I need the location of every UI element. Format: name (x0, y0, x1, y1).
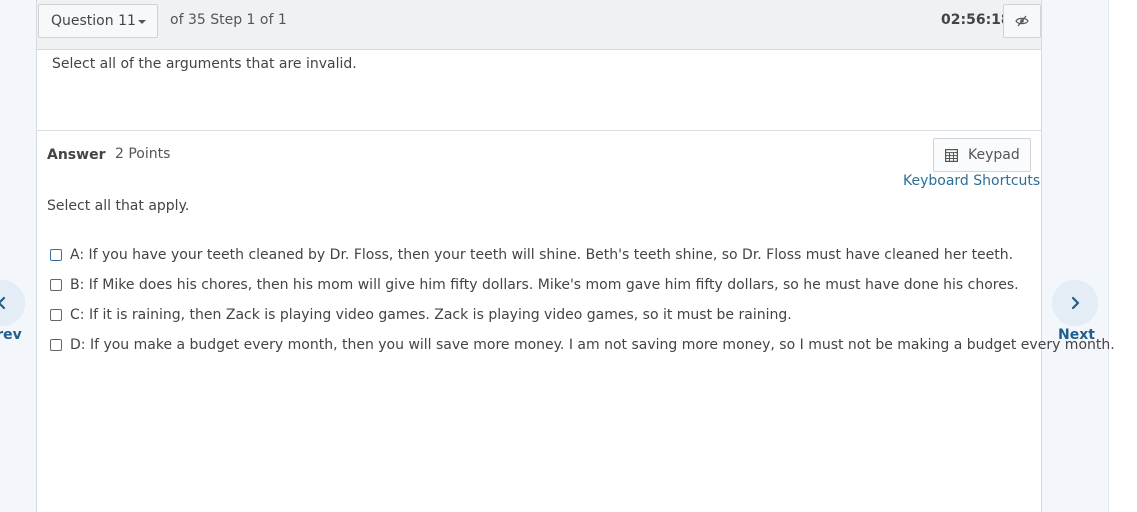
option-checkbox-b[interactable] (50, 279, 62, 291)
next-circle[interactable] (1052, 280, 1098, 326)
option-checkbox-d[interactable] (50, 339, 62, 351)
eye-slash-icon (1015, 15, 1029, 27)
right-gutter (1108, 0, 1137, 512)
question-select[interactable]: Question 11 (38, 4, 158, 38)
keypad-button[interactable]: Keypad (933, 138, 1031, 172)
answer-option-d[interactable]: D: If you make a budget every month, the… (50, 335, 1115, 355)
answer-option-b[interactable]: B: If Mike does his chores, then his mom… (50, 275, 1019, 295)
hide-timer-button[interactable] (1003, 4, 1041, 38)
caret-down-icon (138, 20, 146, 24)
question-panel: Question 11 of 35 Step 1 of 1 02:56:18 S… (36, 0, 1115, 512)
points-value: 2 Points (115, 146, 171, 162)
option-checkbox-c[interactable] (50, 309, 62, 321)
question-select-label: Question 11 (51, 13, 136, 29)
option-checkbox-a[interactable] (50, 249, 62, 261)
question-progress: of 35 Step 1 of 1 (170, 12, 287, 28)
calculator-icon (945, 148, 958, 162)
answer-option-c[interactable]: C: If it is raining, then Zack is playin… (50, 305, 792, 325)
question-prompt: Select all of the arguments that are inv… (52, 56, 357, 72)
section-divider (37, 130, 1041, 131)
timer: 02:56:18 (941, 12, 1011, 28)
question-header: Question 11 of 35 Step 1 of 1 02:56:18 (37, 0, 1041, 50)
option-label-b[interactable]: B: If Mike does his chores, then his mom… (70, 277, 1019, 293)
answer-option-a[interactable]: A: If you have your teeth cleaned by Dr.… (50, 245, 1013, 265)
keyboard-shortcuts-link[interactable]: Keyboard Shortcuts (903, 173, 1040, 189)
keypad-label: Keypad (968, 147, 1020, 163)
option-label-a[interactable]: A: If you have your teeth cleaned by Dr.… (70, 247, 1013, 263)
select-all-instruction: Select all that apply. (47, 198, 190, 214)
chevron-right-icon (1071, 296, 1080, 310)
next-label[interactable]: Next (1058, 327, 1095, 343)
option-label-c[interactable]: C: If it is raining, then Zack is playin… (70, 307, 792, 323)
chevron-left-icon (0, 296, 6, 310)
answer-label: Answer (47, 147, 106, 163)
prev-label[interactable]: Prev (0, 327, 22, 343)
option-label-d[interactable]: D: If you make a budget every month, the… (70, 337, 1115, 353)
prev-circle[interactable] (0, 280, 25, 326)
